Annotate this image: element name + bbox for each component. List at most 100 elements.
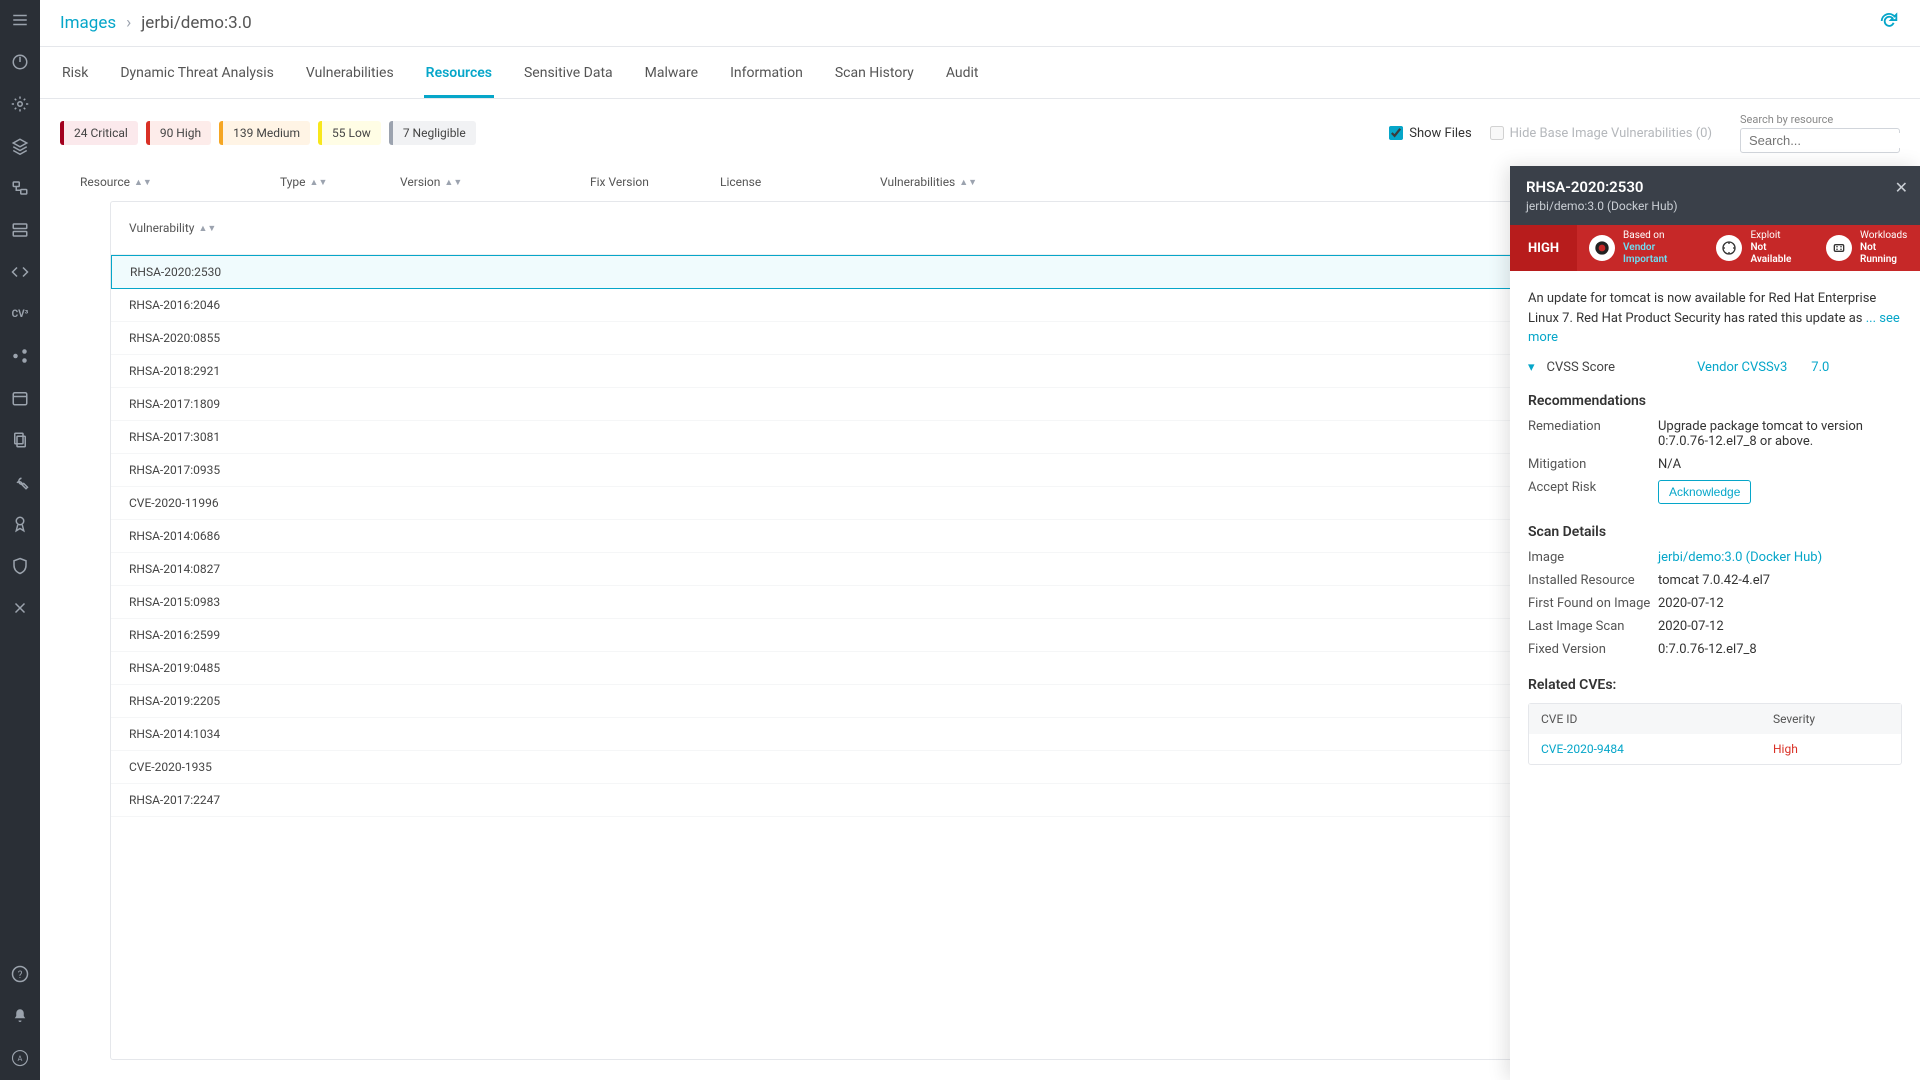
breadcrumb-current: jerbi/demo:3.0 bbox=[141, 13, 251, 33]
cvss-icon[interactable]: CV³ bbox=[8, 302, 32, 326]
scan-first-found-value: 2020-07-12 bbox=[1658, 596, 1902, 611]
workloads-icon bbox=[1826, 235, 1852, 261]
wrench-icon[interactable] bbox=[8, 470, 32, 494]
breadcrumb-parent[interactable]: Images bbox=[60, 13, 116, 33]
shield-icon[interactable] bbox=[8, 554, 32, 578]
scan-last-scan-value: 2020-07-12 bbox=[1658, 619, 1902, 634]
chip-critical[interactable]: 24 Critical bbox=[60, 121, 138, 145]
cvss-vendor-link[interactable]: Vendor CVSSv3 bbox=[1697, 360, 1787, 375]
remediation-label: Remediation bbox=[1528, 419, 1658, 449]
vuln-name: RHSA-2020:0855 bbox=[129, 331, 1691, 345]
scan-resource-value: tomcat 7.0.42-4.el7 bbox=[1658, 573, 1902, 588]
show-files-checkbox[interactable]: Show Files bbox=[1389, 126, 1471, 141]
band-workloads: WorkloadsNot Running bbox=[1814, 225, 1920, 271]
cluster-icon[interactable] bbox=[8, 344, 32, 368]
chip-medium[interactable]: 139 Medium bbox=[219, 121, 310, 145]
scan-details-heading: Scan Details bbox=[1528, 524, 1902, 540]
scan-fixed-version-value: 0:7.0.76-12.el7_8 bbox=[1658, 642, 1902, 657]
cve-severity: High bbox=[1761, 734, 1901, 764]
band-severity: HIGH bbox=[1510, 225, 1577, 271]
search-input[interactable] bbox=[1749, 133, 1920, 148]
tab-dynamic-threat-analysis[interactable]: Dynamic Threat Analysis bbox=[118, 47, 276, 98]
vuln-name: RHSA-2014:1034 bbox=[129, 727, 1691, 741]
calendar-icon[interactable] bbox=[8, 386, 32, 410]
refresh-button[interactable] bbox=[1878, 10, 1900, 36]
layers-icon[interactable] bbox=[8, 134, 32, 158]
tab-bar: Risk Dynamic Threat Analysis Vulnerabiliti… bbox=[40, 47, 1920, 99]
tools-icon[interactable] bbox=[8, 596, 32, 620]
tab-malware[interactable]: Malware bbox=[643, 47, 700, 98]
menu-icon[interactable] bbox=[8, 8, 32, 32]
dashboard-icon[interactable] bbox=[8, 50, 32, 74]
search-label: Search by resource bbox=[1740, 113, 1900, 126]
col-resource[interactable]: Resource▲▼ bbox=[80, 175, 280, 189]
svg-text:A: A bbox=[18, 1054, 23, 1063]
details-title: RHSA-2020:2530 bbox=[1526, 178, 1904, 196]
col-type[interactable]: Type▲▼ bbox=[280, 175, 400, 189]
exploit-icon bbox=[1716, 235, 1742, 261]
chevron-down-icon: ▾ bbox=[1528, 360, 1535, 375]
breadcrumb: Images › jerbi/demo:3.0 bbox=[60, 13, 252, 33]
vuln-name: CVE-2020-1935 bbox=[129, 760, 1691, 774]
copy-icon[interactable] bbox=[8, 428, 32, 452]
related-cves-table: CVE IDSeverity CVE-2020-9484High bbox=[1528, 703, 1902, 765]
cve-id-link[interactable]: CVE-2020-9484 bbox=[1529, 734, 1761, 764]
cve-col-id: CVE ID bbox=[1529, 704, 1761, 734]
tab-audit[interactable]: Audit bbox=[944, 47, 981, 98]
vuln-name: RHSA-2017:1809 bbox=[129, 397, 1691, 411]
acknowledge-button[interactable]: Acknowledge bbox=[1658, 480, 1751, 504]
related-cves-heading: Related CVEs: bbox=[1528, 677, 1902, 693]
tab-vulnerabilities[interactable]: Vulnerabilities bbox=[304, 47, 396, 98]
vuln-name: RHSA-2016:2046 bbox=[129, 298, 1691, 312]
mitigation-label: Mitigation bbox=[1528, 457, 1658, 472]
vuln-name: RHSA-2015:0983 bbox=[129, 595, 1691, 609]
search-input-wrap bbox=[1740, 128, 1900, 153]
code-icon[interactable] bbox=[8, 260, 32, 284]
col-license[interactable]: License bbox=[720, 175, 880, 189]
vuln-name: CVE-2020-11996 bbox=[129, 496, 1691, 510]
chip-high[interactable]: 90 High bbox=[146, 121, 211, 145]
tab-sensitive-data[interactable]: Sensitive Data bbox=[522, 47, 615, 98]
remediation-value: Upgrade package tomcat to version 0:7.0.… bbox=[1658, 419, 1902, 449]
chip-negligible[interactable]: 7 Negligible bbox=[389, 121, 476, 145]
scan-image-link[interactable]: jerbi/demo:3.0 (Docker Hub) bbox=[1658, 550, 1902, 565]
vuln-name: RHSA-2014:0686 bbox=[129, 529, 1691, 543]
badge-icon[interactable] bbox=[8, 512, 32, 536]
network-icon[interactable] bbox=[8, 176, 32, 200]
show-files-label: Show Files bbox=[1409, 126, 1471, 141]
tab-risk[interactable]: Risk bbox=[60, 47, 90, 98]
col-vulnerabilities[interactable]: Vulnerabilities▲▼ bbox=[880, 175, 1060, 189]
cvss-row[interactable]: ▾ CVSS Score Vendor CVSSv3 7.0 bbox=[1528, 360, 1902, 375]
bell-icon[interactable] bbox=[8, 1004, 32, 1028]
user-icon[interactable]: A bbox=[8, 1046, 32, 1070]
cve-row: CVE-2020-9484High bbox=[1529, 734, 1901, 764]
col-version[interactable]: Version▲▼ bbox=[400, 175, 590, 189]
tab-information[interactable]: Information bbox=[728, 47, 805, 98]
chip-low[interactable]: 55 Low bbox=[318, 121, 381, 145]
server-icon[interactable] bbox=[8, 218, 32, 242]
left-nav: CV³ ? A bbox=[0, 0, 40, 1080]
topbar: Images › jerbi/demo:3.0 bbox=[40, 0, 1920, 47]
details-subtitle: jerbi/demo:3.0 (Docker Hub) bbox=[1526, 199, 1904, 213]
recommendations-heading: Recommendations bbox=[1528, 393, 1902, 409]
col-fix-version[interactable]: Fix Version bbox=[590, 175, 720, 189]
main-area: Images › jerbi/demo:3.0 Risk Dynamic Thre… bbox=[40, 0, 1920, 1080]
filter-bar: 24 Critical 90 High 139 Medium 55 Low 7 … bbox=[40, 99, 1920, 163]
cvss-score: 7.0 bbox=[1811, 360, 1829, 375]
vuln-name: RHSA-2017:2247 bbox=[129, 793, 1691, 807]
tab-scan-history[interactable]: Scan History bbox=[833, 47, 916, 98]
close-icon[interactable]: ✕ bbox=[1895, 178, 1908, 197]
tab-resources[interactable]: Resources bbox=[424, 47, 494, 98]
band-based-on: Based onVendor Important bbox=[1577, 225, 1704, 271]
help-icon[interactable]: ? bbox=[8, 962, 32, 986]
vuln-name: RHSA-2017:3081 bbox=[129, 430, 1691, 444]
gear-icon[interactable] bbox=[8, 92, 32, 116]
hide-base-checkbox[interactable]: Hide Base Image Vulnerabilities (0) bbox=[1490, 126, 1712, 141]
chevron-right-icon: › bbox=[126, 13, 131, 33]
svg-text:?: ? bbox=[18, 970, 23, 981]
details-panel: RHSA-2020:2530 jerbi/demo:3.0 (Docker Hu… bbox=[1510, 166, 1920, 1080]
subcol-vulnerability[interactable]: Vulnerability▲▼ bbox=[129, 214, 1691, 242]
cvss-label: CVSS Score bbox=[1547, 360, 1616, 375]
severity-band: HIGH Based onVendor Important ExploitNot… bbox=[1510, 225, 1920, 271]
vuln-name: RHSA-2014:0827 bbox=[129, 562, 1691, 576]
